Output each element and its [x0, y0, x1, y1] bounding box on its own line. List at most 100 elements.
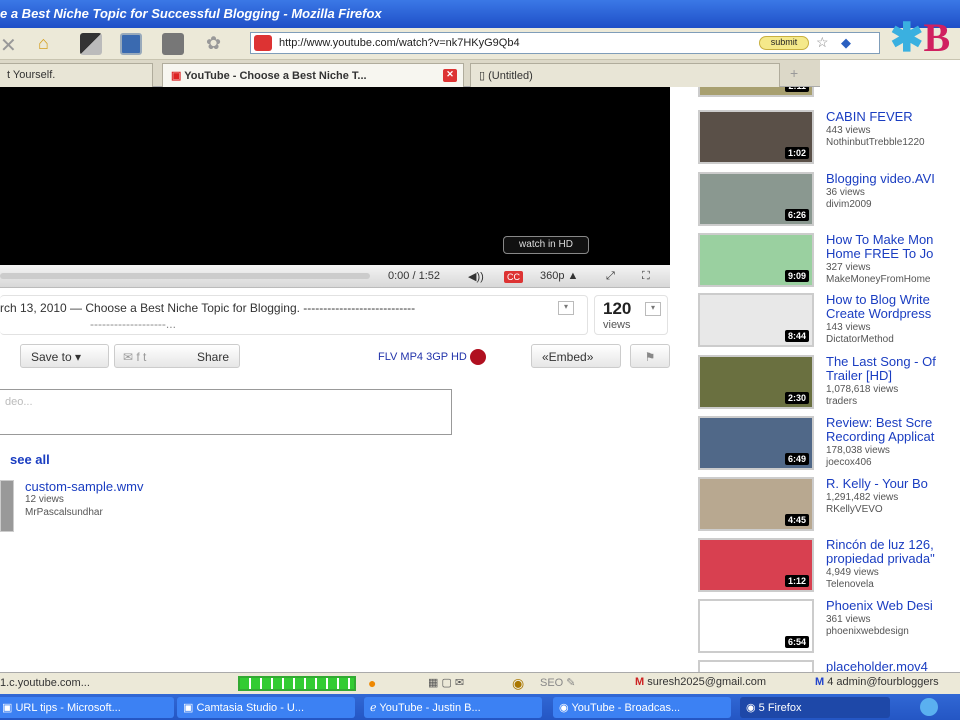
close-tab-icon[interactable]: ✕ [443, 69, 457, 82]
url-bar[interactable]: http://www.youtube.com/watch?v=nk7HKyG9Q… [250, 32, 880, 54]
quality-button[interactable]: 360p ▲ [540, 270, 578, 282]
suggested-video[interactable]: 6:26 Blogging video.AVI 36 views divim2009 [695, 172, 960, 230]
suggested-video[interactable]: placeholder.mov4 [695, 660, 960, 672]
video-uploader: divim2009 [826, 199, 872, 210]
video-title[interactable]: placeholder.mov4 [826, 660, 928, 673]
video-thumbnail[interactable]: 2:11 [698, 87, 814, 97]
suggested-video[interactable]: 6:54 Phoenix Web Desi 361 views phoenixwebd… [695, 599, 960, 657]
video-title[interactable]: Blogging video.AVI [826, 172, 935, 186]
video-title[interactable]: Review: Best Scre Recording Applicat [826, 416, 934, 444]
embed-button[interactable]: «Embed» [531, 344, 621, 368]
addon-icon[interactable]: ✿ [206, 33, 228, 55]
watch-in-hd-tooltip: watch in HD [503, 236, 589, 254]
suggested-videos-sidebar: 2:11 1:02 CABIN FEVER443 viewsNothinbutTre… [695, 87, 960, 672]
submit-button[interactable]: submit [759, 36, 809, 50]
flag-button[interactable]: ⚑ [630, 344, 670, 368]
suggested-video[interactable]: 1:02 CABIN FEVER 443 views NothinbutTrebble… [695, 110, 960, 168]
tab-youtube[interactable]: ▣ YouTube - Choose a Best Niche T... ✕ [162, 63, 464, 87]
home-icon[interactable]: ⌂ [38, 33, 60, 55]
video-thumbnail[interactable]: 9:09 [698, 233, 814, 287]
download-links[interactable]: FLV MP4 3GP HD [378, 349, 486, 365]
progress-bar[interactable] [0, 273, 370, 279]
video-thumbnail[interactable]: 8:44 [698, 293, 814, 347]
taskbar-label: YouTube - Broadcas... [571, 702, 681, 714]
video-duration: 6:49 [784, 453, 809, 465]
stop-icon[interactable]: ✕ [0, 33, 22, 57]
tray-icon[interactable] [920, 698, 938, 716]
related-video-user: MrPascalsundhar [25, 507, 103, 518]
taskbar-item-firefox[interactable]: ◉ 5 Firefox [740, 697, 890, 718]
fullscreen-icon[interactable]: ⛶ [642, 270, 650, 283]
related-video-thumbnail[interactable] [0, 480, 14, 532]
bookmark-star-icon[interactable]: ☆ [816, 34, 829, 51]
video-thumbnail[interactable]: 2:30 [698, 355, 814, 409]
video-thumbnail[interactable]: 1:02 [698, 110, 814, 164]
video-thumbnail[interactable]: 6:54 [698, 599, 814, 653]
comment-input[interactable]: deo... [0, 389, 452, 435]
share-button[interactable]: ✉ f t Share [114, 344, 240, 368]
page-icon: ▯ [479, 70, 489, 82]
video-thumbnail[interactable]: 6:49 [698, 416, 814, 470]
video-thumbnail[interactable]: 6:26 [698, 172, 814, 226]
video-thumbnail[interactable]: 4:45 [698, 477, 814, 531]
suggested-video[interactable]: 2:30 The Last Song - Of Trailer [HD] 1,078… [695, 355, 960, 413]
video-title[interactable]: The Last Song - Of Trailer [HD] [826, 355, 936, 383]
addon-icons[interactable]: SEO ✎ [540, 676, 576, 689]
video-thumbnail[interactable] [698, 660, 814, 672]
expand-stats-icon[interactable]: ▾ [645, 302, 661, 316]
save-to-button[interactable]: Save to ▾ [20, 344, 109, 368]
taskbar-label: 5 Firefox [758, 702, 802, 714]
captions-button[interactable]: CC [504, 271, 523, 283]
toolbar-addon-icon[interactable] [80, 33, 102, 55]
description-text: rch 13, 2010 — Choose a Best Niche Topic… [0, 301, 416, 315]
video-views: 178,038 views [826, 445, 890, 456]
suggested-video[interactable]: 9:09 How To Make Mon Home FREE To Jo 327 v… [695, 233, 960, 291]
taskbar-item-url-tips[interactable]: ▣ URL tips - Microsoft... [0, 697, 174, 718]
video-title[interactable]: How To Make Mon Home FREE To Jo [826, 233, 933, 261]
video-title[interactable]: CABIN FEVER [826, 110, 913, 124]
video-views: 36 views [826, 187, 865, 198]
popout-icon[interactable]: ⤢ [606, 270, 615, 283]
video-duration: 2:11 [785, 87, 809, 92]
addon-icon[interactable]: ● [368, 675, 376, 691]
gmail-notifier-1[interactable]: M suresh2025@gmail.com [635, 676, 766, 688]
tab-yourself[interactable]: t Yourself. [0, 63, 153, 87]
suggested-video[interactable]: 8:44 How to Blog Write Create Wordpress 14… [695, 293, 960, 351]
addon-icons[interactable]: ▦ ▢ ✉ [428, 676, 464, 689]
volume-icon[interactable]: ◀)) [468, 270, 484, 283]
player-controls: 0:00 / 1:52 ◀)) CC 360p ▲ ⤢ ⛶ [0, 265, 670, 288]
suggested-video[interactable]: 6:49 Review: Best Scre Recording Applicat… [695, 416, 960, 474]
expand-description-icon[interactable]: ▾ [558, 301, 574, 315]
taskbar-item-chrome-youtube[interactable]: ◉ YouTube - Broadcas... [553, 697, 731, 718]
taskbar-item-ie-youtube[interactable]: ℯ YouTube - Justin B... [364, 697, 542, 718]
video-title[interactable]: R. Kelly - Your Bo [826, 477, 928, 491]
search-engine-icon[interactable]: ◆ [841, 35, 851, 51]
video-duration: 6:26 [784, 209, 809, 221]
video-duration: 1:12 [784, 575, 809, 587]
suggested-video[interactable]: 1:12 Rincón de luz 126, propiedad privada… [695, 538, 960, 596]
video-views: 1,291,482 views [826, 492, 899, 503]
taskbar-label: YouTube - Justin B... [379, 702, 481, 714]
see-all-link[interactable]: see all [10, 452, 50, 467]
window-title: e a Best Niche Topic for Successful Blog… [0, 6, 382, 21]
video-title[interactable]: Rincón de luz 126, propiedad privada" [826, 538, 935, 566]
new-tab-icon[interactable]: + [790, 65, 798, 81]
addon-icon[interactable]: ◉ [512, 675, 524, 692]
suggested-video[interactable]: 4:45 R. Kelly - Your Bo 1,291,482 views RKe… [695, 477, 960, 535]
video-title[interactable]: Phoenix Web Desi [826, 599, 933, 613]
toolbar-addon-icon[interactable] [120, 33, 142, 55]
taskbar-item-camtasia[interactable]: ▣ Camtasia Studio - U... [177, 697, 355, 718]
video-duration: 9:09 [784, 270, 809, 282]
video-title[interactable]: How to Blog Write Create Wordpress [826, 293, 931, 321]
youtube-favicon: ▣ [171, 70, 185, 82]
suggested-video[interactable]: 2:11 [695, 87, 960, 101]
video-thumbnail[interactable]: 1:12 [698, 538, 814, 592]
video-uploader: NothinbutTrebble1220 [826, 137, 925, 148]
tab-untitled[interactable]: ▯ (Untitled) [470, 63, 780, 87]
quality-label: 360p [540, 270, 565, 282]
gmail-notifier-2[interactable]: M 4 admin@fourbloggers [815, 676, 939, 688]
related-video-title[interactable]: custom-sample.wmv [25, 479, 143, 494]
loading-progress-bar [238, 676, 356, 691]
toolbar-addon-icon[interactable] [162, 33, 184, 55]
video-views: 143 views [826, 322, 871, 333]
